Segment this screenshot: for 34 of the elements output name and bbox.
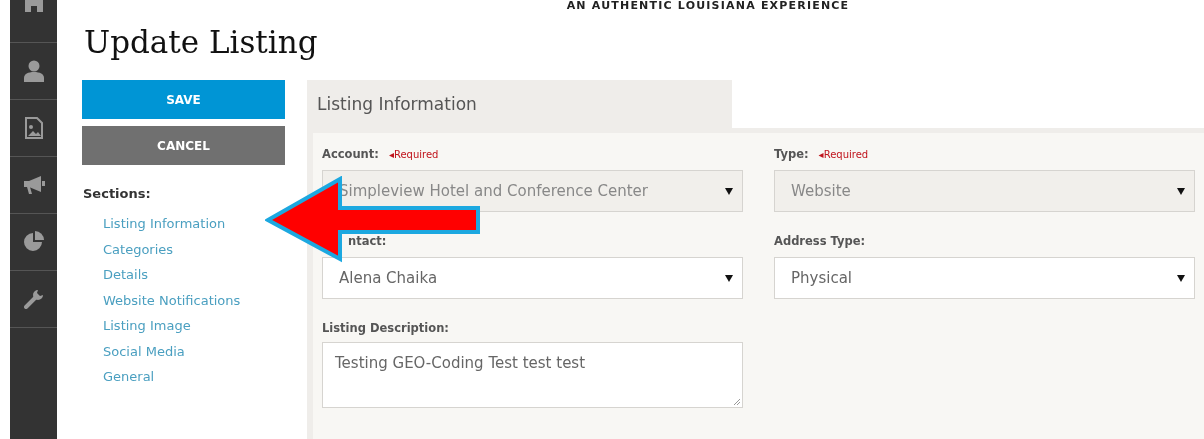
- site-tagline: AN AUTHENTIC LOUISIANA EXPERIENCE: [566, 0, 850, 12]
- section-link[interactable]: Categories: [103, 240, 174, 259]
- text-area[interactable]: Testing GEO-Coding Test test test: [322, 341, 743, 408]
- field-label: Listing Description:: [322, 321, 449, 335]
- resize-grip-icon[interactable]: [733, 398, 741, 406]
- caret-icon: [1177, 187, 1185, 195]
- field-label: Type:: [774, 147, 809, 161]
- required-note: ◂Required: [818, 149, 869, 160]
- user-icon[interactable]: [23, 60, 44, 82]
- section-link[interactable]: Social Media: [103, 342, 185, 361]
- home-icon[interactable]: [22, 0, 45, 12]
- cancel-button[interactable]: CANCEL: [82, 126, 285, 165]
- select-field[interactable]: Physical: [774, 257, 1195, 299]
- caret-icon: [725, 274, 733, 282]
- section-link[interactable]: General: [103, 368, 155, 387]
- caret-icon: [1177, 274, 1185, 282]
- select-field[interactable]: Alena Chaika: [322, 257, 743, 299]
- panel-tab[interactable]: Listing Information: [307, 80, 732, 128]
- image-file-icon[interactable]: [24, 117, 43, 139]
- sections-heading: Sections:: [83, 186, 151, 201]
- megaphone-icon[interactable]: [22, 175, 45, 195]
- page-title: Update Listing: [84, 24, 318, 60]
- caret-icon: [725, 187, 733, 195]
- pie-chart-icon[interactable]: [22, 231, 45, 253]
- section-link[interactable]: Listing Image: [103, 317, 191, 336]
- field-label: Address Type:: [774, 234, 866, 248]
- required-note: ◂Required: [388, 149, 439, 160]
- section-link[interactable]: Details: [103, 266, 149, 285]
- field-label: ntact:: [348, 234, 387, 248]
- save-button[interactable]: SAVE: [82, 80, 285, 119]
- section-link[interactable]: Listing Information: [103, 215, 226, 234]
- wrench-icon[interactable]: [23, 289, 44, 309]
- field-label: Account:: [322, 147, 379, 161]
- section-link[interactable]: Website Notifications: [103, 291, 241, 310]
